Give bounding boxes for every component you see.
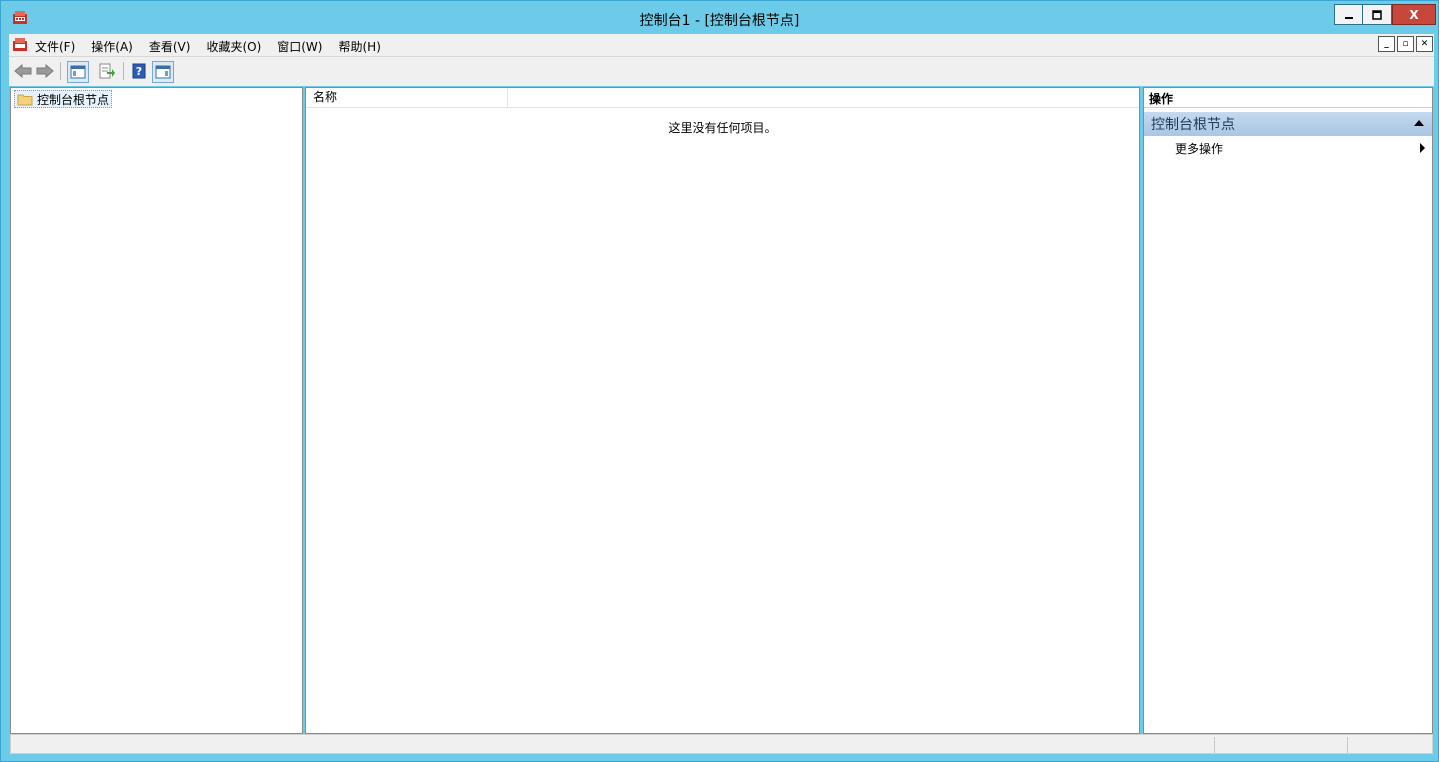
mmc-window: 控制台1 - [控制台根节点] X 文件(F) 操作(A) 查看(V) 收藏夹(…	[0, 0, 1439, 762]
console-menu-icon[interactable]	[12, 37, 28, 53]
column-header-name[interactable]: 名称	[306, 88, 508, 107]
toolbar: ?	[9, 56, 1434, 86]
tree-item-console-root[interactable]: 控制台根节点	[14, 90, 113, 108]
menu-favorites[interactable]: 收藏夹(O)	[206, 38, 261, 55]
forward-button[interactable]	[35, 61, 55, 81]
console-tree-icon	[70, 65, 86, 79]
mdi-minimize-button[interactable]: _	[1378, 36, 1395, 52]
title-bar[interactable]: 控制台1 - [控制台根节点] X	[1, 1, 1438, 34]
export-list-button[interactable]	[97, 61, 117, 81]
actions-group-title: 控制台根节点	[1151, 117, 1235, 133]
export-list-icon	[99, 63, 115, 79]
close-button[interactable]: X	[1392, 4, 1436, 25]
status-bar	[10, 734, 1433, 754]
console-tree-pane[interactable]: 控制台根节点	[10, 87, 303, 734]
maximize-icon	[1372, 9, 1382, 20]
help-button[interactable]: ?	[129, 61, 149, 81]
menu-items: 文件(F) 操作(A) 查看(V) 收藏夹(O) 窗口(W) 帮助(H)	[35, 38, 397, 55]
collapse-up-icon[interactable]	[1414, 120, 1424, 126]
menu-window[interactable]: 窗口(W)	[277, 38, 322, 55]
toolbar-separator	[60, 62, 61, 80]
mdi-controls: _ ▫ ✕	[1376, 36, 1433, 52]
back-arrow-icon	[14, 64, 32, 78]
menu-file[interactable]: 文件(F)	[35, 38, 75, 55]
minimize-icon	[1344, 16, 1353, 19]
mdi-close-button[interactable]: ✕	[1416, 36, 1433, 52]
actions-group-header[interactable]: 控制台根节点	[1144, 112, 1432, 136]
window-title: 控制台1 - [控制台根节点]	[639, 13, 800, 29]
help-icon: ?	[132, 63, 146, 79]
more-actions-item[interactable]: 更多操作	[1144, 138, 1432, 158]
status-separator	[1214, 737, 1215, 753]
more-actions-label: 更多操作	[1175, 141, 1224, 156]
show-hide-action-pane-button[interactable]	[152, 61, 174, 83]
results-list-pane[interactable]: 名称 这里没有任何项目。	[305, 87, 1140, 734]
menu-action[interactable]: 操作(A)	[91, 38, 133, 55]
submenu-arrow-icon	[1420, 143, 1425, 153]
menu-bar: 文件(F) 操作(A) 查看(V) 收藏夹(O) 窗口(W) 帮助(H) _ ▫…	[9, 34, 1434, 56]
close-icon: X	[1409, 7, 1419, 22]
tree-item-label: 控制台根节点	[37, 92, 110, 107]
action-pane-icon	[155, 65, 171, 79]
actions-pane: 操作 控制台根节点 更多操作	[1143, 87, 1433, 734]
actions-pane-title: 操作	[1144, 88, 1432, 108]
svg-text:?: ?	[136, 65, 142, 78]
menu-view[interactable]: 查看(V)	[149, 38, 191, 55]
maximize-button[interactable]	[1363, 4, 1392, 25]
folder-icon	[17, 94, 33, 105]
toolbar-separator	[123, 62, 124, 80]
minimize-button[interactable]	[1334, 4, 1363, 25]
back-button[interactable]	[13, 61, 33, 81]
status-separator	[1347, 737, 1348, 753]
forward-arrow-icon	[36, 64, 54, 78]
menu-help[interactable]: 帮助(H)	[338, 38, 380, 55]
show-hide-tree-button[interactable]	[67, 61, 89, 83]
list-header: 名称	[306, 88, 1139, 108]
empty-list-message: 这里没有任何项目。	[668, 121, 777, 135]
mdi-restore-button[interactable]: ▫	[1397, 36, 1414, 52]
